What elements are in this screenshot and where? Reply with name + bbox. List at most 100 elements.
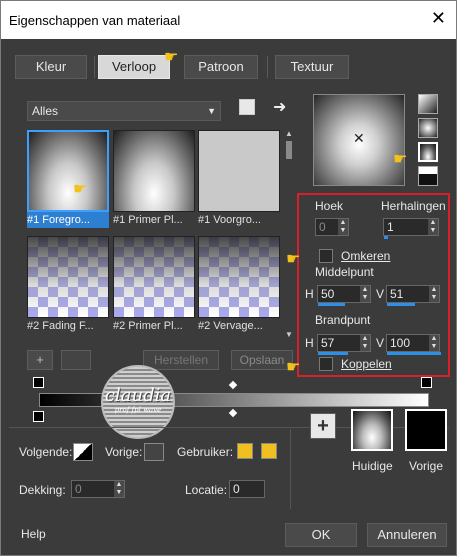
pointing-hand-icon: ☛ [393, 151, 408, 168]
pointing-hand-icon: ☛ [286, 251, 301, 268]
linear-style-icon[interactable] [418, 94, 438, 114]
title-bar: Eigenschappen van materiaal ✕ [1, 1, 456, 39]
start-opacity-marker[interactable] [33, 411, 44, 422]
center-label: Middelpunt [315, 265, 374, 279]
chevron-down-icon: ▼ [207, 106, 216, 116]
library-list-icon[interactable] [239, 99, 255, 115]
center-h-spin-arrows[interactable]: ▲ ▼ [360, 286, 370, 302]
repeats-spin-arrows[interactable]: ▲ ▼ [428, 219, 438, 235]
user-swatch-1[interactable] [237, 443, 253, 459]
invert-checkbox[interactable] [319, 249, 333, 263]
gradient-preview[interactable]: ✕ [313, 94, 405, 186]
gradient-thumb[interactable]: #2 Fading F... [27, 236, 109, 334]
gradient-thumb-image [113, 130, 195, 212]
tab-patroon[interactable]: Patroon [184, 55, 258, 79]
location-input[interactable]: 0 [229, 480, 265, 498]
watermark-name: claudia [104, 385, 172, 406]
delete-gradient-button[interactable] [61, 350, 91, 370]
focal-v-slider[interactable] [387, 352, 441, 355]
sunburst-style-icon[interactable] [418, 166, 438, 186]
repeats-input[interactable]: 1 ▲ ▼ [383, 218, 439, 239]
add-swatch-button[interactable]: + [310, 413, 336, 439]
radial-style-icon[interactable] [418, 142, 438, 162]
category-dropdown[interactable]: Alles ▼ [27, 101, 221, 121]
next-label: Volgende: [19, 445, 73, 459]
cancel-button[interactable]: Annuleren [367, 523, 447, 547]
opacity-input[interactable]: 0 ▲ ▼ [71, 480, 125, 498]
invert-label[interactable]: Omkeren [341, 249, 390, 263]
end-color-marker[interactable] [421, 377, 432, 388]
restore-button[interactable]: Herstellen [143, 350, 219, 370]
category-dropdown-value: Alles [32, 104, 59, 118]
tab-textuur[interactable]: Textuur [275, 55, 349, 79]
angle-input[interactable]: 0 ▲ ▼ [315, 218, 349, 236]
user-label: Gebruiker: [177, 445, 234, 459]
gradient-thumb-label: #1 Voorgro... [198, 214, 261, 226]
focal-h-slider[interactable] [318, 352, 348, 355]
pointing-hand-icon: ☛ [286, 359, 301, 376]
angle-label: Hoek [315, 199, 344, 213]
focal-h-spin-arrows[interactable]: ▲ ▼ [360, 335, 370, 351]
angle-spin-arrows[interactable]: ▲ ▼ [338, 219, 348, 235]
center-v-input[interactable]: 51 ▲ ▼ [386, 285, 440, 306]
center-h-slider[interactable] [318, 303, 345, 306]
ok-button[interactable]: OK [285, 523, 357, 547]
help-link[interactable]: Help [21, 527, 46, 541]
add-gradient-button[interactable]: + [27, 350, 53, 370]
focal-v-spin-arrows[interactable]: ▲ ▼ [429, 335, 439, 351]
repeats-value: 1 [387, 220, 394, 234]
dialog-body: Kleur Verloop Patroon Textuur ☛ Alles ▼ … [1, 39, 456, 555]
center-h-input[interactable]: 50 ▲ ▼ [317, 285, 371, 306]
angle-value: 0 [319, 220, 326, 234]
tab-verloop[interactable]: Verloop [98, 55, 170, 79]
repeats-slider[interactable] [384, 236, 388, 239]
center-v-value: 51 [390, 287, 404, 301]
focal-label: Brandpunt [315, 313, 371, 327]
user-swatch-2[interactable] [261, 443, 277, 459]
previous-swatch[interactable] [144, 443, 164, 461]
focal-h-input[interactable]: 57 ▲ ▼ [317, 334, 371, 355]
arrow-right-icon[interactable]: ➜ [273, 97, 286, 117]
center-h-value: 50 [321, 287, 335, 301]
midpoint-color-diamond[interactable] [228, 408, 238, 418]
rectangular-style-icon[interactable] [418, 118, 438, 138]
library-scrollbar[interactable]: ▲ ▼ [283, 129, 295, 339]
center-h-label: H [305, 287, 314, 301]
scrollbar-thumb[interactable] [286, 141, 292, 159]
center-v-spin-arrows[interactable]: ▲ ▼ [429, 286, 439, 302]
gradient-thumb[interactable]: #2 Vervage... [198, 236, 280, 334]
scroll-down-icon[interactable]: ▼ [285, 330, 293, 339]
current-label: Huidige [352, 459, 393, 473]
divider [290, 429, 291, 509]
previous-gradient-label: Vorige [409, 459, 444, 473]
gradient-thumb[interactable]: #2 Primer Pl... [113, 236, 195, 334]
location-label: Locatie: [185, 483, 228, 497]
midpoint-opacity-diamond[interactable] [228, 380, 238, 390]
location-value: 0 [233, 482, 240, 496]
tab-kleur[interactable]: Kleur [15, 55, 87, 79]
focal-v-value: 100 [390, 336, 411, 350]
center-v-slider[interactable] [387, 303, 415, 306]
link-checkbox[interactable] [319, 357, 333, 371]
center-crosshair-icon[interactable]: ✕ [353, 130, 365, 147]
watermark-sub: prof fpl wave [114, 406, 162, 414]
gradient-thumb-image [198, 236, 280, 318]
tab-separator [267, 56, 268, 78]
gradient-thumb-label: #2 Fading F... [27, 320, 94, 332]
gradient-thumb[interactable]: #1 Primer Pl... [113, 130, 195, 228]
gradient-editor-bar[interactable] [39, 393, 429, 407]
material-properties-dialog: Eigenschappen van materiaal ✕ Kleur Verl… [0, 0, 457, 556]
previous-gradient-swatch[interactable] [405, 409, 447, 451]
focal-v-input[interactable]: 100 ▲ ▼ [386, 334, 441, 355]
opacity-spin-arrows[interactable]: ▲ ▼ [114, 481, 124, 497]
gradient-thumb[interactable]: #1 Voorgro... [198, 130, 280, 228]
previous-label: Vorige: [105, 445, 143, 459]
start-color-marker[interactable] [33, 377, 44, 388]
current-gradient-swatch[interactable] [351, 409, 393, 451]
scroll-up-icon[interactable]: ▲ [285, 129, 293, 138]
next-swatch[interactable] [73, 443, 93, 461]
link-label[interactable]: Koppelen [341, 357, 392, 371]
close-icon[interactable]: ✕ [431, 9, 446, 27]
gradient-thumb[interactable]: #1 Foregro... [27, 130, 109, 228]
save-button[interactable]: Opslaan [231, 350, 293, 370]
